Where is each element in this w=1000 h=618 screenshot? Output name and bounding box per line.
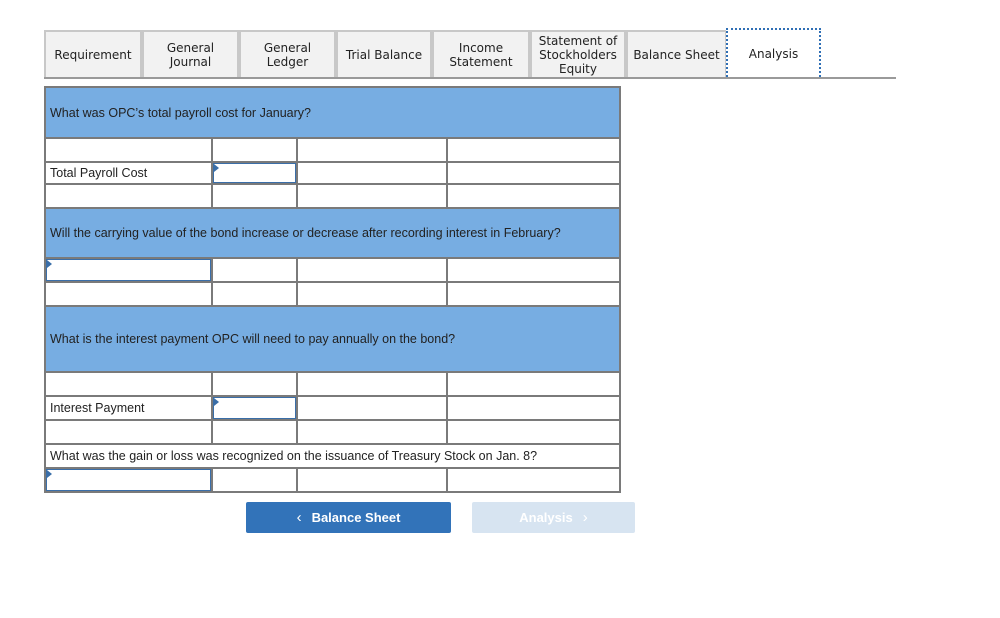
cell: [210, 281, 299, 307]
cell: [296, 395, 448, 421]
cell: [44, 371, 213, 397]
table-row: [44, 183, 622, 209]
bond-carrying-value-input[interactable]: [47, 260, 210, 280]
cell: [210, 419, 299, 445]
question-row: What was OPC’s total payroll cost for Ja…: [44, 86, 621, 139]
cell: [296, 371, 448, 397]
cell: [210, 257, 299, 283]
total-payroll-cost-input[interactable]: [213, 164, 296, 182]
bond-carrying-value-input-box: [46, 259, 211, 281]
cell: [44, 281, 213, 307]
analysis-table: What was OPC’s total payroll cost for Ja…: [44, 86, 622, 493]
chevron-left-icon: ‹: [296, 509, 302, 526]
cell: [210, 183, 299, 209]
total-payroll-cost-label: Total Payroll Cost: [44, 161, 213, 185]
cell: [445, 467, 622, 493]
interest-payment-input-box: [212, 397, 297, 419]
previous-button-label: Balance Sheet: [311, 510, 401, 525]
cell: [210, 137, 299, 163]
cell: [296, 467, 448, 493]
table-row: [44, 419, 622, 445]
table-row: [44, 137, 622, 163]
question-row: Will the carrying value of the bond incr…: [44, 207, 621, 259]
treasury-stock-gain-loss-input-box: [46, 469, 211, 491]
tab-general-journal[interactable]: General Journal: [142, 30, 239, 77]
next-analysis-button: Analysis ›: [472, 502, 635, 533]
cell: [296, 419, 448, 445]
table-row: [44, 281, 622, 307]
question-row: What was the gain or loss was recognized…: [44, 443, 621, 469]
question-row: What is the interest payment OPC will ne…: [44, 305, 621, 373]
tab-analysis[interactable]: Analysis: [726, 28, 821, 77]
cell: [445, 371, 622, 397]
interest-payment-label: Interest Payment: [44, 395, 213, 421]
cell: [445, 161, 622, 185]
tab-balance-sheet[interactable]: Balance Sheet: [626, 30, 727, 77]
cell: [445, 183, 622, 209]
tab-trial-balance[interactable]: Trial Balance: [336, 30, 432, 77]
table-row: [44, 371, 622, 397]
cell: [44, 419, 213, 445]
total-payroll-cost-cell: [210, 161, 299, 185]
tab-general-ledger[interactable]: General Ledger: [239, 30, 336, 77]
tab-bar: Requirement General Journal General Ledg…: [44, 28, 896, 79]
table-row: Interest Payment: [44, 395, 622, 421]
cell: [296, 281, 448, 307]
cell: [296, 183, 448, 209]
cell: [445, 419, 622, 445]
cell: [296, 137, 448, 163]
table-row: [44, 467, 622, 493]
bond-carrying-value-cell: [44, 257, 213, 283]
question-payroll-cost: What was OPC’s total payroll cost for Ja…: [44, 86, 621, 139]
treasury-stock-gain-loss-cell: [44, 467, 213, 493]
cell: [210, 467, 299, 493]
tab-income-statement[interactable]: Income Statement: [432, 30, 530, 77]
cell: [445, 137, 622, 163]
table-row: [44, 257, 622, 283]
cell: [44, 183, 213, 209]
cell: [445, 395, 622, 421]
tab-baseline: [44, 77, 896, 79]
tab-statement-of-stockholders-equity[interactable]: Statement of Stockholders Equity: [530, 30, 626, 77]
interest-payment-cell: [210, 395, 299, 421]
interest-payment-input[interactable]: [213, 398, 296, 418]
treasury-stock-gain-loss-input[interactable]: [47, 470, 210, 490]
cell: [296, 161, 448, 185]
tab-requirement[interactable]: Requirement: [44, 30, 142, 77]
question-bond-carrying-value: Will the carrying value of the bond incr…: [44, 207, 621, 259]
question-treasury-stock-gain-loss: What was the gain or loss was recognized…: [44, 443, 621, 469]
chevron-right-icon: ›: [582, 509, 588, 526]
cell: [44, 137, 213, 163]
cell: [210, 371, 299, 397]
total-payroll-cost-input-box: [212, 163, 297, 183]
cell: [445, 281, 622, 307]
previous-balance-sheet-button[interactable]: ‹ Balance Sheet: [246, 502, 451, 533]
next-button-label: Analysis: [519, 510, 573, 525]
table-row: Total Payroll Cost: [44, 161, 622, 185]
question-interest-payment: What is the interest payment OPC will ne…: [44, 305, 621, 373]
cell: [296, 257, 448, 283]
cell: [445, 257, 622, 283]
